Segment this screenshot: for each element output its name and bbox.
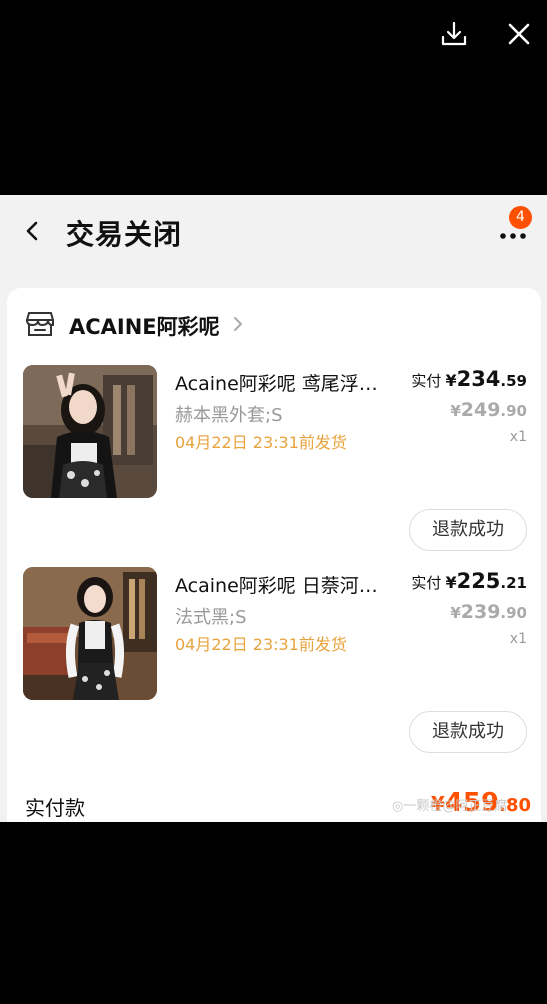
- order-screen: 交易关闭 4 ACAINE阿彩呢 Acaine阿彩呢 鸢尾浮… 赫本黑外套;S …: [0, 195, 547, 822]
- order-item[interactable]: Acaine阿彩呢 日萘河… 法式黑;S 04月22日 23:31前发货 实付 ¥…: [23, 567, 533, 757]
- currency-symbol: ¥: [445, 573, 457, 592]
- total-label: 实付款: [25, 796, 85, 820]
- refund-status-button[interactable]: 退款成功: [409, 509, 527, 551]
- price-decimal: .21: [500, 574, 527, 592]
- price-integer: 225: [456, 569, 501, 593]
- price-decimal: .90: [500, 604, 527, 622]
- paid-label: 实付: [411, 372, 442, 390]
- ship-deadline: 04月22日 23:31前发货: [175, 433, 347, 452]
- store-link[interactable]: ACAINE阿彩呢: [25, 308, 244, 344]
- ship-deadline: 04月22日 23:31前发货: [175, 635, 347, 654]
- watermark: ◎一颗橙@阿正豆腐: [392, 799, 508, 814]
- order-item[interactable]: Acaine阿彩呢 鸢尾浮… 赫本黑外套;S 04月22日 23:31前发货 实…: [23, 365, 533, 555]
- product-sku: 法式黑;S: [175, 607, 247, 628]
- page-header: 交易关闭 4: [0, 195, 547, 275]
- order-card: ACAINE阿彩呢 Acaine阿彩呢 鸢尾浮… 赫本黑外套;S 04月22日 …: [7, 288, 541, 822]
- quantity: x1: [509, 631, 527, 647]
- notification-badge: 4: [509, 206, 532, 229]
- paid-price: 实付 ¥234.59: [411, 367, 527, 391]
- store-name: ACAINE阿彩呢: [69, 315, 220, 339]
- refund-status-button[interactable]: 退款成功: [409, 711, 527, 753]
- product-name[interactable]: Acaine阿彩呢 日萘河…: [175, 571, 400, 598]
- paid-price: 实付 ¥225.21: [411, 569, 527, 593]
- page-title: 交易关闭: [66, 218, 183, 251]
- currency-symbol: ¥: [450, 604, 461, 622]
- price-decimal: .90: [500, 402, 527, 420]
- download-icon[interactable]: [436, 16, 472, 52]
- price-integer: 249: [460, 399, 501, 421]
- product-name[interactable]: Acaine阿彩呢 鸢尾浮…: [175, 369, 400, 396]
- original-price: ¥239.90: [450, 601, 527, 623]
- image-viewer-topbar: [0, 0, 547, 195]
- paid-label: 实付: [411, 574, 442, 592]
- currency-symbol: ¥: [445, 371, 457, 390]
- back-arrow-icon[interactable]: [18, 217, 46, 245]
- price-integer: 234: [456, 367, 501, 391]
- product-thumbnail[interactable]: [23, 567, 157, 700]
- product-thumbnail[interactable]: [23, 365, 157, 498]
- price-decimal: .59: [500, 372, 527, 390]
- original-price: ¥249.90: [450, 399, 527, 421]
- product-sku: 赫本黑外套;S: [175, 405, 283, 426]
- quantity: x1: [509, 429, 527, 445]
- shop-icon: [25, 310, 55, 342]
- close-icon[interactable]: [501, 16, 537, 52]
- currency-symbol: ¥: [450, 402, 461, 420]
- chevron-right-icon: [232, 315, 244, 337]
- price-integer: 239: [460, 601, 501, 623]
